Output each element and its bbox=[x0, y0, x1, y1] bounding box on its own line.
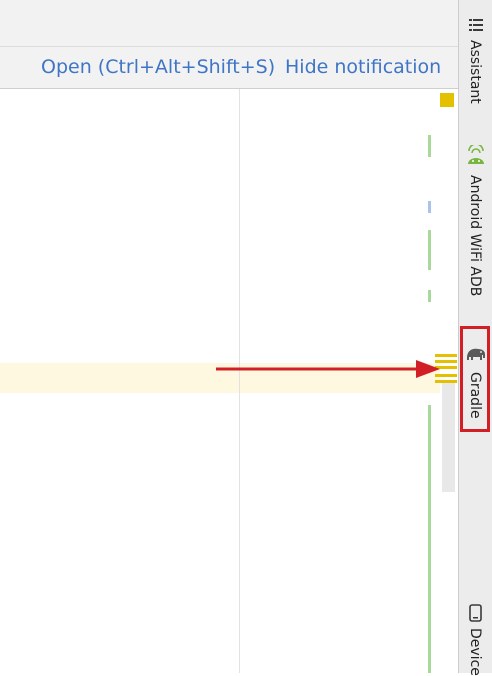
android-icon bbox=[468, 145, 484, 164]
phone-icon bbox=[469, 604, 482, 622]
change-marker[interactable] bbox=[428, 230, 431, 270]
warning-marker[interactable] bbox=[435, 360, 457, 363]
notification-bar: Open (Ctrl+Alt+Shift+S) Hide notificatio… bbox=[0, 47, 458, 89]
change-marker-modified[interactable] bbox=[428, 201, 431, 213]
sidebar-item-label: Android WiFi ADB bbox=[467, 175, 483, 297]
sidebar-item-label: Device bbox=[467, 628, 483, 676]
change-marker[interactable] bbox=[428, 290, 431, 302]
scrollbar-thumb[interactable] bbox=[442, 382, 455, 492]
right-margin-guide bbox=[239, 89, 240, 673]
warning-marker[interactable] bbox=[435, 366, 457, 369]
sidebar-item-device[interactable]: Device bbox=[459, 600, 492, 676]
editor-tab-strip bbox=[0, 0, 458, 47]
sidebar-item-android-wifi-adb[interactable]: Android WiFi ADB bbox=[459, 145, 492, 320]
change-marker[interactable] bbox=[428, 405, 431, 673]
change-marker[interactable] bbox=[428, 135, 431, 157]
sidebar-item-assistant[interactable]: Assistant bbox=[459, 14, 492, 114]
open-project-structure-link[interactable]: Open (Ctrl+Alt+Shift+S) bbox=[41, 56, 275, 78]
current-line-highlight bbox=[0, 363, 440, 393]
warning-marker[interactable] bbox=[435, 374, 457, 377]
warning-marker[interactable] bbox=[435, 380, 457, 383]
gradle-highlight-box bbox=[460, 326, 490, 432]
hide-notification-link[interactable]: Hide notification bbox=[285, 56, 441, 78]
warning-marker[interactable] bbox=[435, 354, 457, 357]
warning-marker[interactable] bbox=[440, 93, 454, 107]
list-icon bbox=[469, 19, 483, 31]
sidebar-item-label: Assistant bbox=[467, 40, 483, 104]
